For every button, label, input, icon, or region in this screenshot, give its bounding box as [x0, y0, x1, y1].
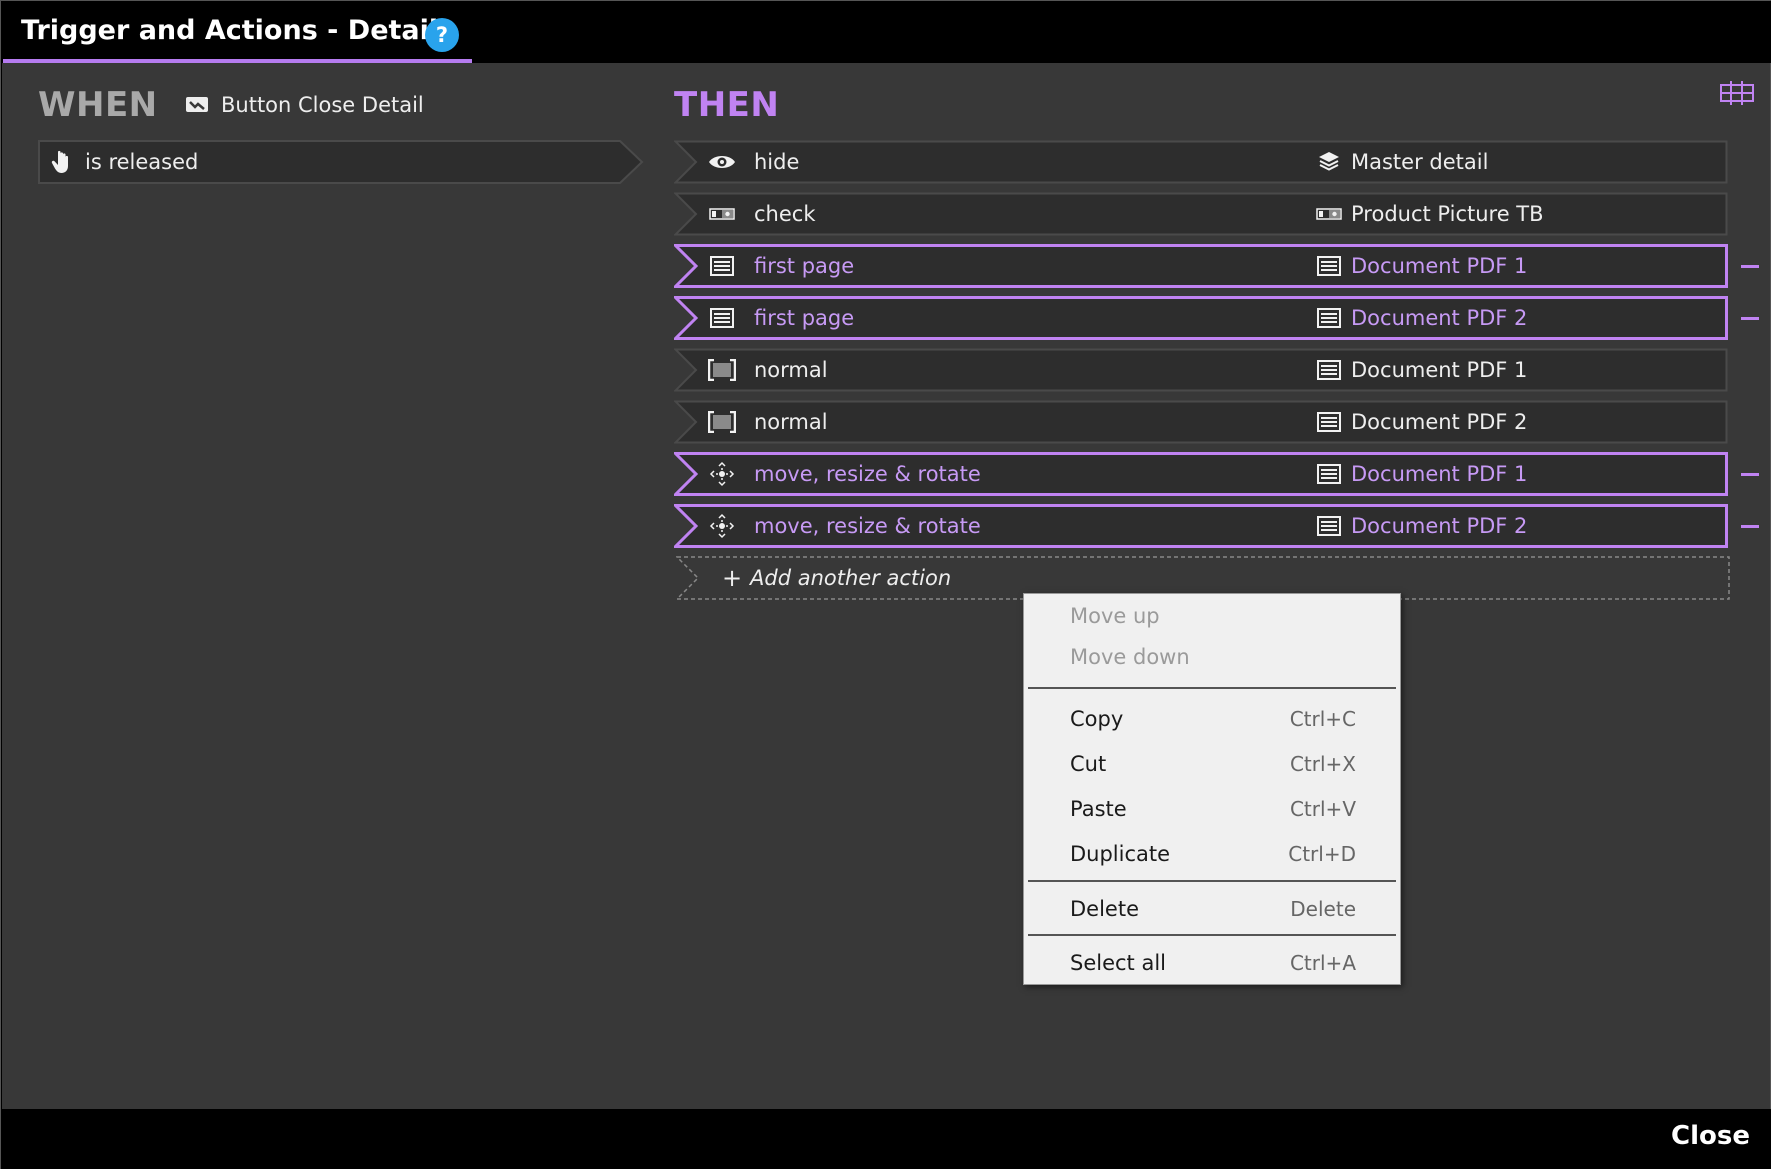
- action-row-background: [674, 140, 1728, 184]
- menu-item-delete[interactable]: Delete Delete: [1024, 887, 1400, 931]
- action-row-background: [674, 348, 1728, 392]
- action-row[interactable]: normal Document PDF 2: [674, 400, 1728, 444]
- menu-item-move-down[interactable]: Move down: [1024, 635, 1400, 679]
- menu-item-move-up[interactable]: Move up: [1024, 594, 1400, 638]
- title-tab[interactable]: Trigger and Actions - Details: [3, 1, 473, 63]
- document-icon: [1314, 512, 1344, 540]
- action-target: Document PDF 1: [1351, 254, 1528, 278]
- action-target: Document PDF 2: [1351, 410, 1528, 434]
- help-icon[interactable]: ?: [425, 18, 459, 52]
- eye-icon: [707, 148, 737, 176]
- main-content: WHEN Button Close Detail is released THE…: [2, 63, 1770, 1109]
- title-bar: Trigger and Actions - Details ?: [1, 1, 1771, 63]
- action-label: normal: [754, 358, 828, 382]
- action-label: check: [754, 202, 816, 226]
- fullscreen-icon: [707, 356, 737, 384]
- remove-action-icon[interactable]: [1741, 317, 1759, 320]
- action-target: Product Picture TB: [1351, 202, 1544, 226]
- menu-item-duplicate[interactable]: Duplicate Ctrl+D: [1024, 832, 1400, 876]
- menu-item-cut[interactable]: Cut Ctrl+X: [1024, 742, 1400, 786]
- action-label: normal: [754, 410, 828, 434]
- action-row[interactable]: move, resize & rotate Document PDF 2: [674, 504, 1728, 548]
- remove-action-icon[interactable]: [1741, 265, 1759, 268]
- remove-action-icon[interactable]: [1741, 525, 1759, 528]
- move-icon: [707, 512, 737, 540]
- action-target: Document PDF 2: [1351, 306, 1528, 330]
- document-icon: [1314, 356, 1344, 384]
- action-row[interactable]: first page Document PDF 1: [674, 244, 1728, 288]
- menu-item-copy[interactable]: Copy Ctrl+C: [1024, 697, 1400, 741]
- action-row-background: [674, 400, 1728, 444]
- toggle-icon: [707, 200, 737, 228]
- plus-icon: +: [722, 564, 743, 592]
- action-row[interactable]: first page Document PDF 2: [674, 296, 1728, 340]
- button-icon: [186, 97, 208, 112]
- action-label: move, resize & rotate: [754, 462, 981, 486]
- move-icon: [707, 460, 737, 488]
- footer-bar: Close: [1, 1109, 1771, 1169]
- document-icon: [1314, 252, 1344, 280]
- action-label: hide: [754, 150, 800, 174]
- action-label: first page: [754, 306, 855, 330]
- action-target: Document PDF 1: [1351, 358, 1528, 382]
- menu-item-select-all[interactable]: Select all Ctrl+A: [1024, 941, 1400, 985]
- layers-icon: [1314, 148, 1344, 176]
- close-button[interactable]: Close: [1671, 1121, 1750, 1151]
- hand-pointer-icon: [51, 150, 68, 173]
- toggle-icon: [1314, 200, 1344, 228]
- menu-separator: [1028, 880, 1396, 882]
- document-icon: [707, 304, 737, 332]
- action-row[interactable]: normal Document PDF 1: [674, 348, 1728, 392]
- menu-item-paste[interactable]: Paste Ctrl+V: [1024, 787, 1400, 831]
- document-icon: [1314, 304, 1344, 332]
- document-icon: [1314, 460, 1344, 488]
- action-row[interactable]: check Product Picture TB: [674, 192, 1728, 236]
- context-menu: Move up Move down Copy Ctrl+C Cut Ctrl+X…: [1023, 593, 1401, 985]
- action-label: first page: [754, 254, 855, 278]
- when-heading: WHEN: [38, 85, 158, 125]
- action-target: Document PDF 1: [1351, 462, 1528, 486]
- action-label: move, resize & rotate: [754, 514, 981, 538]
- window-title: Trigger and Actions - Details: [21, 14, 455, 46]
- add-action-label: Add another action: [750, 566, 952, 590]
- grid-view-icon[interactable]: [1720, 80, 1754, 106]
- trigger-actions-window: Trigger and Actions - Details ? WHEN But…: [0, 0, 1771, 1169]
- trigger-source[interactable]: Button Close Detail: [185, 93, 424, 117]
- menu-separator: [1028, 687, 1396, 689]
- fullscreen-icon: [707, 408, 737, 436]
- remove-action-icon[interactable]: [1741, 473, 1759, 476]
- document-icon: [707, 252, 737, 280]
- trigger-row[interactable]: is released: [38, 140, 644, 184]
- action-target: Master detail: [1351, 150, 1489, 174]
- then-heading: THEN: [674, 85, 780, 125]
- menu-separator: [1028, 934, 1396, 936]
- document-icon: [1314, 408, 1344, 436]
- trigger-label: is released: [85, 150, 199, 174]
- trigger-source-label: Button Close Detail: [221, 93, 424, 117]
- action-row[interactable]: hide Master detail: [674, 140, 1728, 184]
- action-row[interactable]: move, resize & rotate Document PDF 1: [674, 452, 1728, 496]
- action-row-background: [674, 192, 1728, 236]
- action-target: Document PDF 2: [1351, 514, 1528, 538]
